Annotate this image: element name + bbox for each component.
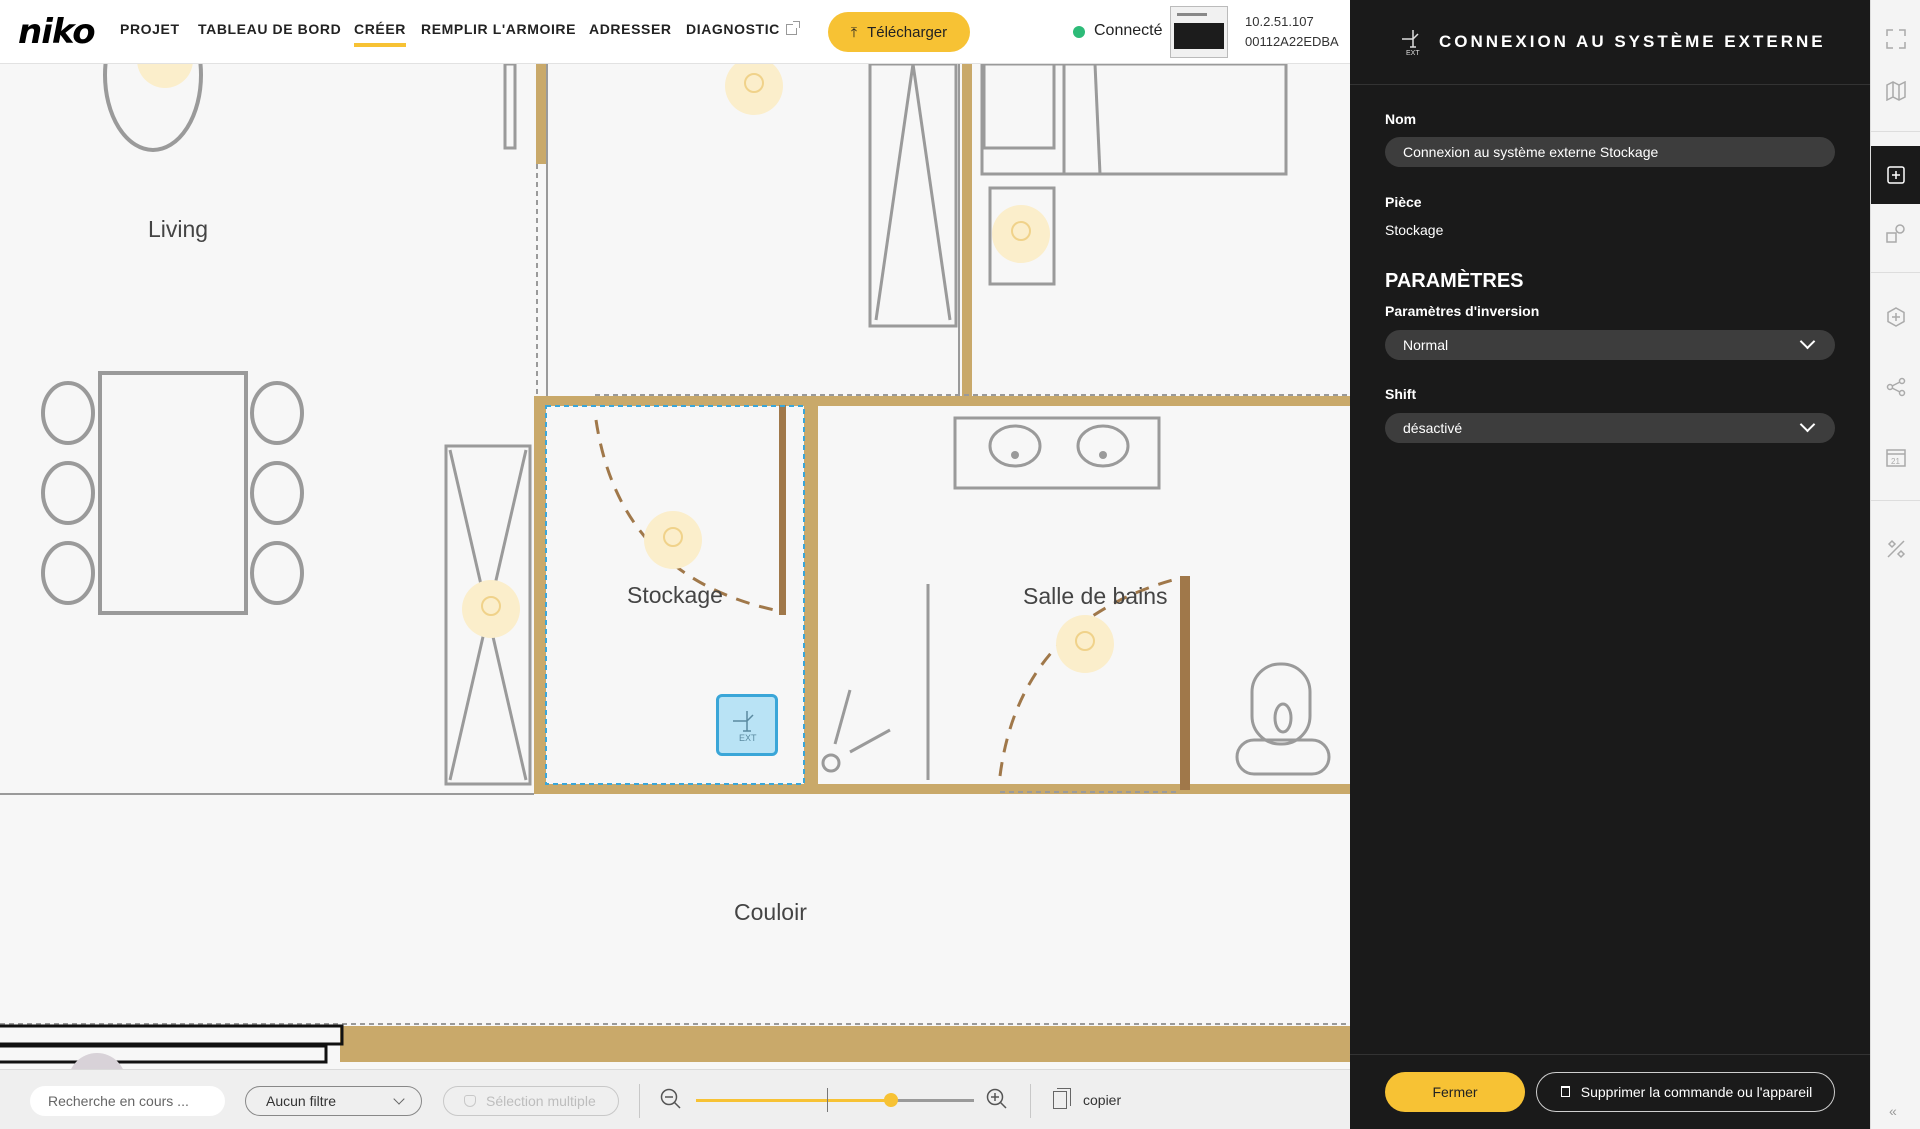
tools-icon: [1887, 539, 1906, 559]
piece-label: Pièce: [1385, 194, 1422, 210]
rail-calendar[interactable]: 21: [1871, 428, 1920, 486]
panel-title: CONNEXION AU SYSTÈME EXTERNE: [1439, 32, 1826, 51]
delete-button[interactable]: Supprimer la commande ou l'appareil: [1536, 1072, 1835, 1112]
inversion-label: Paramètres d'inversion: [1385, 303, 1540, 319]
external-system-icon: EXT: [1402, 30, 1420, 56]
inversion-value: Normal: [1403, 337, 1449, 353]
zoom-out-icon[interactable]: [660, 1088, 682, 1110]
rail-map[interactable]: [1871, 62, 1920, 120]
toilet: [1235, 662, 1331, 776]
multi-select-label: Sélection multiple: [486, 1093, 596, 1109]
shift-value: désactivé: [1403, 420, 1463, 436]
controller-image[interactable]: [1170, 6, 1228, 58]
fullscreen-icon: [1886, 29, 1906, 49]
copy-label: copier: [1083, 1092, 1122, 1108]
zoom-in-icon[interactable]: [986, 1088, 1008, 1110]
rail-fullscreen[interactable]: [1871, 10, 1920, 68]
chevron-down-icon: [393, 1093, 405, 1105]
shift-label: Shift: [1385, 386, 1417, 402]
rail-tools[interactable]: [1871, 520, 1920, 578]
dining-chairs: [41, 381, 304, 605]
room-label-stockage: Stockage: [627, 582, 723, 608]
hexagon-plus-icon: [1887, 307, 1905, 327]
collapse-rail-button[interactable]: «: [1889, 1103, 1897, 1119]
floor-plan-canvas[interactable]: Living Stockage Salle de bains Couloir E…: [0, 64, 1350, 1069]
panel-ext-caption: EXT: [1406, 50, 1420, 56]
name-label: Nom: [1385, 111, 1417, 127]
calendar-icon: 21: [1886, 449, 1906, 467]
chevron-down-icon: [1799, 333, 1816, 350]
upload-arrow-icon: ⤒: [850, 23, 858, 40]
floor-plan-drawing: [0, 64, 1350, 1064]
external-system-device[interactable]: EXT: [716, 694, 778, 756]
nav-projet[interactable]: PROJET: [120, 21, 180, 37]
nav-diagnostic-label: DIAGNOSTIC: [686, 21, 780, 37]
name-input[interactable]: [1385, 137, 1835, 167]
nav-remplir-armoire[interactable]: REMPLIR L'ARMOIRE: [421, 21, 576, 37]
rail-hexagon-plus[interactable]: [1871, 288, 1920, 346]
download-label: Télécharger: [867, 23, 948, 41]
dining-table: [98, 371, 248, 615]
top-bar: niko PROJET TABLEAU DE BORD CRÉER REMPLI…: [0, 0, 1350, 64]
double-sink: [953, 416, 1161, 490]
shift-select[interactable]: désactivé: [1385, 413, 1835, 443]
device-id: 00112A22EDBA: [1245, 34, 1339, 49]
zoom-slider[interactable]: [696, 1099, 974, 1102]
niko-logo: niko: [18, 12, 96, 52]
calendar-day: 21: [1891, 457, 1900, 466]
ext-caption: EXT: [739, 733, 757, 743]
add-device-icon: [1887, 166, 1905, 184]
close-button[interactable]: Fermer: [1385, 1072, 1525, 1112]
search-input[interactable]: [30, 1086, 225, 1116]
bottom-toolbar: Aucun filtre Sélection multiple copier: [0, 1069, 1350, 1129]
filter-value: Aucun filtre: [266, 1093, 337, 1109]
params-heading: PARAMÈTRES: [1385, 270, 1524, 292]
trash-icon: [1561, 1086, 1570, 1097]
share-icon: [1886, 377, 1906, 397]
properties-panel: EXT CONNEXION AU SYSTÈME EXTERNE Nom Piè…: [1350, 0, 1870, 1129]
rail-add-device[interactable]: [1871, 146, 1920, 204]
zoom-default-tick: [827, 1088, 828, 1112]
room-label-living: Living: [148, 216, 209, 242]
inversion-select[interactable]: Normal: [1385, 330, 1835, 360]
rail-shapes[interactable]: [1871, 204, 1920, 262]
rail-share[interactable]: [1871, 358, 1920, 416]
copy-button[interactable]: copier: [1053, 1087, 1121, 1113]
room-label-salle-de-bains: Salle de bains: [1023, 583, 1168, 609]
zoom-slider-thumb[interactable]: [883, 1093, 898, 1107]
nav-tableau-de-bord[interactable]: TABLEAU DE BORD: [198, 21, 341, 37]
panel-header: EXT CONNEXION AU SYSTÈME EXTERNE: [1350, 0, 1870, 85]
multi-select-button[interactable]: Sélection multiple: [443, 1086, 619, 1116]
piece-value: Stockage: [1385, 222, 1444, 238]
nav-creer[interactable]: CRÉER: [354, 21, 407, 47]
right-icon-rail: 21 «: [1870, 0, 1920, 1129]
shower: [868, 64, 958, 328]
shapes-icon: [1886, 224, 1905, 243]
zoom-slider-fill: [696, 1099, 891, 1102]
connection-status-label: Connecté: [1094, 22, 1163, 39]
map-icon: [1886, 81, 1906, 101]
toolbar-divider: [1030, 1084, 1031, 1118]
download-button[interactable]: ⤒ Télécharger: [828, 12, 970, 52]
room-label-couloir: Couloir: [734, 899, 807, 925]
delete-label: Supprimer la commande ou l'appareil: [1580, 1084, 1813, 1100]
staircase: [0, 1024, 344, 1064]
toolbar-divider: [639, 1084, 640, 1118]
device-ip: 10.2.51.107: [1245, 14, 1314, 29]
external-system-icon: EXT: [733, 711, 757, 743]
filter-select[interactable]: Aucun filtre: [245, 1086, 422, 1116]
panel-footer: Fermer Supprimer la commande ou l'appare…: [1350, 1054, 1870, 1129]
connection-status-dot: [1073, 26, 1085, 38]
external-link-icon: [785, 21, 800, 35]
nav-diagnostic[interactable]: DIAGNOSTIC: [686, 21, 800, 37]
nav-adresser[interactable]: ADRESSER: [589, 21, 672, 37]
chevron-down-icon: [1799, 416, 1816, 433]
hand-icon: [464, 1095, 476, 1107]
